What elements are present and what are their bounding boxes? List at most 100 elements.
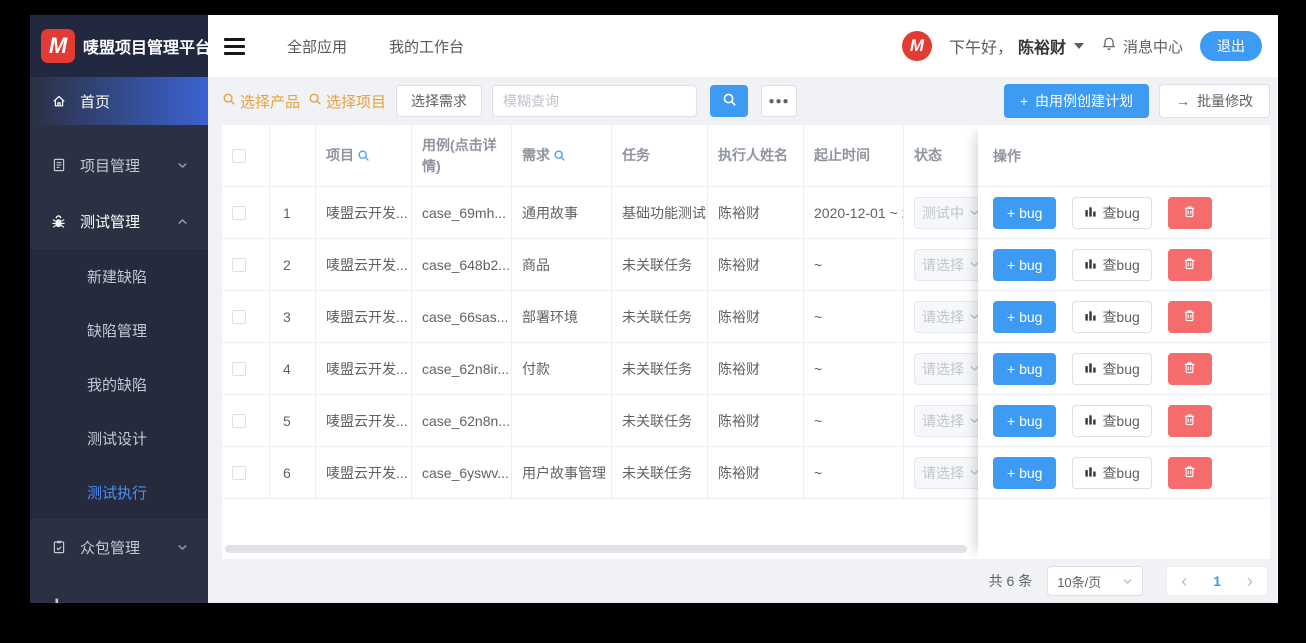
cell-executor: 陈裕财 (708, 239, 804, 291)
logout-button[interactable]: 退出 (1200, 31, 1262, 61)
current-page[interactable]: 1 (1213, 573, 1221, 589)
test-mgmt-submenu: 新建缺陷 缺陷管理 我的缺陷 测试设计 测试执行 (30, 249, 208, 519)
delete-button[interactable] (1167, 352, 1212, 385)
user-caret-icon (1073, 43, 1084, 49)
main-area: 全部应用 我的工作台 M 下午好， 陈裕财 消息中心 退出 选择产品 选择项目 … (208, 15, 1278, 603)
cell-time: ~ (804, 291, 904, 343)
row-checkbox[interactable] (232, 205, 246, 220)
sidebar-item-home[interactable]: 首页 (30, 77, 208, 125)
row-checkbox[interactable] (232, 465, 246, 480)
row-actions: + bug 查bug (978, 239, 1270, 291)
col-project: 项目 (316, 125, 412, 187)
sidebar-item-new-defect[interactable]: 新建缺陷 (30, 249, 208, 303)
view-bug-button[interactable]: 查bug (1072, 300, 1152, 333)
search-icon[interactable] (553, 149, 566, 162)
status-value: 测试中 (922, 204, 964, 221)
trash-icon (1182, 204, 1197, 222)
status-select[interactable]: 请选择 (914, 456, 988, 489)
status-value: 请选择 (922, 412, 964, 429)
row-checkbox[interactable] (232, 257, 246, 272)
select-all-checkbox[interactable] (232, 148, 246, 163)
add-bug-button[interactable]: + bug (993, 404, 1057, 437)
delete-button[interactable] (1167, 456, 1212, 489)
select-product-label: 选择产品 (240, 93, 301, 111)
chevron-down-icon (177, 542, 188, 553)
trash-icon (1182, 256, 1197, 274)
message-center-link[interactable]: 消息中心 (1101, 36, 1183, 57)
add-bug-button[interactable]: + bug (993, 456, 1057, 489)
view-bug-button[interactable]: 查bug (1072, 248, 1152, 281)
add-bug-button[interactable]: + bug (993, 300, 1057, 333)
prev-page-button[interactable]: ‹ (1181, 572, 1187, 590)
bar-chart-icon (1084, 465, 1097, 481)
sidebar-item-my-defects[interactable]: 我的缺陷 (30, 357, 208, 411)
view-bug-label: 查bug (1102, 464, 1140, 481)
cell-case[interactable]: case_62n8ir... (412, 343, 512, 395)
user-menu[interactable]: 下午好， 陈裕财 (949, 34, 1084, 58)
add-bug-button[interactable]: + bug (993, 196, 1057, 229)
cell-task: 未关联任务 (612, 395, 708, 447)
select-product-link[interactable]: 选择产品 (222, 91, 300, 112)
nav-my-workbench[interactable]: 我的工作台 (389, 36, 464, 57)
col-requirement: 需求 (512, 125, 612, 187)
sidebar-item-test-mgmt[interactable]: 测试管理 (30, 193, 208, 249)
sidebar-item-partial[interactable] (30, 575, 208, 603)
status-select[interactable]: 请选择 (914, 352, 988, 385)
view-bug-button[interactable]: 查bug (1072, 352, 1152, 385)
view-bug-label: 查bug (1102, 256, 1140, 273)
page-size-select[interactable]: 10条/页 (1047, 566, 1144, 596)
sidebar-item-defect-mgmt[interactable]: 缺陷管理 (30, 303, 208, 357)
status-select[interactable]: 测试中 (914, 196, 988, 229)
create-plan-button[interactable]: + 由用例创建计划 (1003, 84, 1149, 118)
delete-button[interactable] (1167, 404, 1212, 437)
cell-case[interactable]: case_648b2... (412, 239, 512, 291)
cell-case[interactable]: case_6yswv... (412, 447, 512, 499)
status-value: 请选择 (922, 360, 964, 377)
view-bug-label: 查bug (1102, 412, 1140, 429)
row-checkbox[interactable] (232, 413, 246, 428)
view-bug-label: 查bug (1102, 204, 1140, 221)
cell-case[interactable]: case_62n8n... (412, 395, 512, 447)
fuzzy-search-input[interactable] (492, 85, 698, 117)
cell-case[interactable]: case_66sas... (412, 291, 512, 343)
sidebar-item-project-mgmt[interactable]: 项目管理 (30, 137, 208, 193)
cell-time: ~ (804, 343, 904, 395)
hamburger-menu-icon[interactable] (224, 37, 245, 55)
status-select[interactable]: 请选择 (914, 300, 988, 333)
message-center-label: 消息中心 (1122, 38, 1183, 56)
cell-requirement: 通用故事 (512, 187, 612, 239)
row-index: 6 (270, 447, 316, 499)
trash-icon (1182, 464, 1197, 482)
filter-bar: 选择产品 选择项目 选择需求 ●●● + 由用例创建计划 → 批量修改 (208, 77, 1278, 125)
sidebar-item-test-execution[interactable]: 测试执行 (30, 465, 208, 519)
add-bug-button[interactable]: + bug (993, 352, 1057, 385)
delete-button[interactable] (1167, 248, 1212, 281)
row-checkbox[interactable] (232, 361, 246, 376)
select-requirement-button[interactable]: 选择需求 (396, 85, 483, 117)
delete-button[interactable] (1167, 196, 1212, 229)
col-actions: 操作 (978, 125, 1270, 187)
nav-all-apps[interactable]: 全部应用 (287, 36, 347, 57)
search-button[interactable] (710, 85, 749, 117)
search-icon[interactable] (357, 149, 370, 162)
cell-case[interactable]: case_69mh... (412, 187, 512, 239)
user-avatar[interactable]: M (901, 31, 932, 61)
cell-executor: 陈裕财 (708, 343, 804, 395)
sidebar-item-test-design[interactable]: 测试设计 (30, 411, 208, 465)
bug-icon (50, 213, 67, 230)
view-bug-button[interactable]: 查bug (1072, 196, 1152, 229)
next-page-button[interactable]: › (1247, 572, 1253, 590)
add-bug-button[interactable]: + bug (993, 248, 1057, 281)
sidebar-item-crowd-mgmt[interactable]: 众包管理 (30, 519, 208, 575)
more-filters-button[interactable]: ●●● (761, 85, 798, 117)
status-select[interactable]: 请选择 (914, 248, 988, 281)
delete-button[interactable] (1167, 300, 1212, 333)
select-project-link[interactable]: 选择项目 (308, 91, 386, 112)
view-bug-button[interactable]: 查bug (1072, 456, 1152, 489)
status-select[interactable]: 请选择 (914, 404, 988, 437)
horizontal-scrollbar[interactable] (225, 545, 967, 553)
batch-edit-button[interactable]: → 批量修改 (1159, 84, 1270, 118)
cell-time: ~ (804, 395, 904, 447)
view-bug-button[interactable]: 查bug (1072, 404, 1152, 437)
row-checkbox[interactable] (232, 309, 246, 324)
